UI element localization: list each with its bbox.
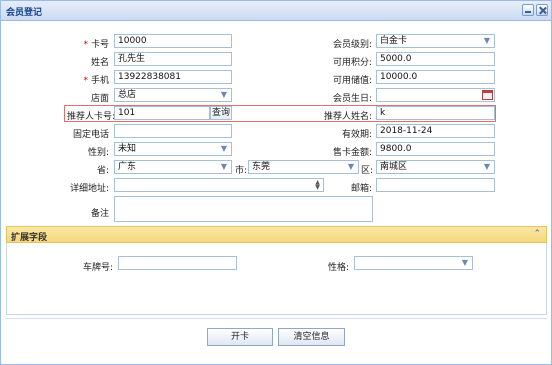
- chevron-down-icon: ▼: [220, 144, 228, 153]
- phone-label: * 手机: [83, 76, 109, 86]
- store-label: 店面: [90, 94, 109, 104]
- window-title: 会员登记: [6, 8, 43, 18]
- referrer-card-input[interactable]: 101: [114, 106, 210, 120]
- card-no-input[interactable]: 10000: [114, 34, 232, 48]
- close-icon[interactable]: [536, 4, 548, 16]
- extension-panel: [6, 243, 547, 315]
- address-input[interactable]: ▲ ▼: [114, 178, 324, 192]
- available-points-label: 可用积分:: [332, 58, 372, 68]
- chevron-down-icon: ▼: [461, 258, 469, 267]
- chevron-down-icon: ▼: [220, 90, 228, 99]
- city-label: 市:: [234, 166, 247, 176]
- city-value: 东莞: [252, 162, 271, 172]
- required-mark: *: [83, 76, 88, 86]
- member-level-select[interactable]: 白金卡 ▼: [376, 34, 495, 48]
- email-label: 邮箱:: [350, 184, 372, 194]
- referrer-name-label: 推荐人姓名:: [323, 112, 372, 122]
- address-label: 详细地址:: [69, 184, 109, 194]
- remark-label: 备注: [90, 209, 109, 219]
- name-label: 姓名: [90, 58, 109, 68]
- gender-label: 性别:: [87, 148, 109, 158]
- store-value: 总店: [118, 90, 137, 100]
- ext-gender-select[interactable]: ▼: [354, 256, 473, 270]
- calendar-icon[interactable]: [482, 90, 493, 100]
- province-label: 省:: [96, 166, 109, 176]
- city-select[interactable]: 东莞 ▼: [248, 160, 359, 174]
- name-input[interactable]: 孔先生: [114, 52, 232, 66]
- extension-section-header[interactable]: 扩展字段 ⌃: [6, 226, 547, 243]
- store-select[interactable]: 总店 ▼: [114, 88, 232, 102]
- window-titlebar: 会员登记: [1, 1, 551, 21]
- available-value-label: 可用储值:: [332, 76, 372, 86]
- referrer-name-input[interactable]: k: [376, 106, 495, 120]
- district-value: 南城区: [380, 162, 408, 172]
- minimize-icon[interactable]: [522, 4, 534, 16]
- expiry-label: 有效期:: [341, 130, 372, 140]
- gender-select[interactable]: 未知 ▼: [114, 142, 232, 156]
- expiry-input[interactable]: 2018-11-24: [376, 124, 495, 138]
- member-level-value: 白金卡: [380, 36, 408, 46]
- spinner-icon[interactable]: ▲ ▼: [313, 180, 322, 191]
- birthday-input[interactable]: [376, 88, 495, 102]
- member-registration-window: 会员登记 * 卡号 10000 会员级别: 白金卡 ▼ 姓名 孔先生 可用积分: …: [0, 0, 552, 365]
- plate-no-input[interactable]: [118, 256, 237, 270]
- birthday-label: 会员生日:: [332, 94, 372, 104]
- member-level-label: 会员级别:: [332, 40, 372, 50]
- card-price-label: 售卡金额:: [332, 148, 372, 158]
- province-value: 广东: [118, 162, 137, 172]
- plate-no-label: 车牌号:: [82, 263, 113, 273]
- phone-input[interactable]: 13922838081: [114, 70, 232, 84]
- available-points-input[interactable]: 5000.0: [376, 52, 495, 66]
- open-card-button[interactable]: 开卡: [207, 328, 273, 346]
- chevron-down-icon: ▼: [483, 36, 491, 45]
- email-input[interactable]: [376, 178, 495, 192]
- gender-value: 未知: [118, 144, 137, 154]
- ext-gender-label: 性格:: [327, 263, 349, 273]
- card-no-label: * 卡号: [83, 40, 109, 50]
- footer-divider: [6, 318, 547, 319]
- district-select[interactable]: 南城区 ▼: [376, 160, 495, 174]
- landline-label: 固定电话: [72, 130, 109, 140]
- chevron-down-icon: ▼: [347, 162, 355, 171]
- card-price-input[interactable]: 9800.0: [376, 142, 495, 156]
- province-select[interactable]: 广东 ▼: [114, 160, 232, 174]
- collapse-up-icon[interactable]: ⌃: [533, 229, 541, 239]
- remark-textarea[interactable]: [114, 196, 373, 222]
- required-mark: *: [83, 40, 88, 50]
- clear-info-button[interactable]: 清空信息: [278, 328, 345, 346]
- chevron-down-icon: ▼: [220, 162, 228, 171]
- query-button[interactable]: 查询: [210, 106, 232, 120]
- landline-input[interactable]: [114, 124, 232, 138]
- chevron-down-icon: ▼: [483, 162, 491, 171]
- referrer-card-label: 推荐人卡号:: [67, 112, 116, 122]
- district-label: 区:: [360, 166, 373, 176]
- extension-section-title: 扩展字段: [11, 233, 48, 243]
- available-value-input[interactable]: 10000.0: [376, 70, 495, 84]
